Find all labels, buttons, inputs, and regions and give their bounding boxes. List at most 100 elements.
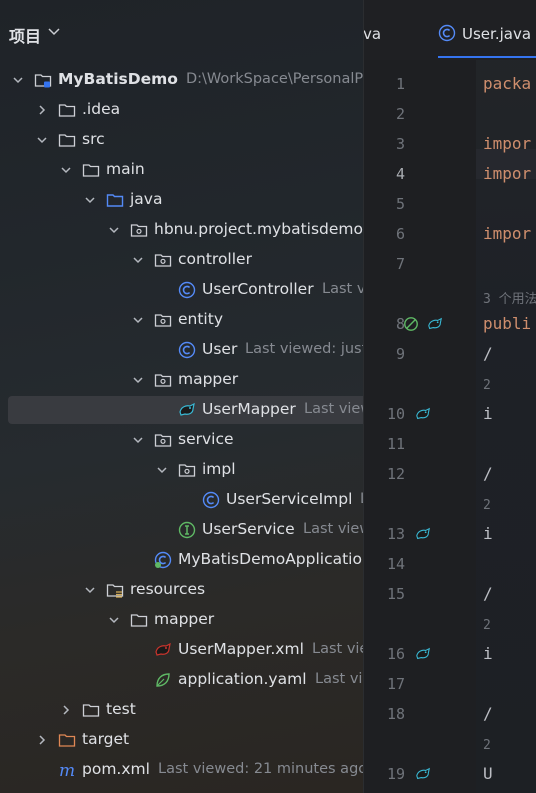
line-number: 4 [395,165,405,183]
line-number: 9 [395,345,405,363]
mybatis-mapper-icon[interactable] [425,316,445,332]
tree-item-label: pom.xml [82,760,150,778]
tree-item-label: User [202,340,238,358]
project-panel-header: 项目 [0,0,363,60]
package-icon [154,314,172,327]
tree-item[interactable]: impl [0,455,363,485]
class-icon [178,341,196,359]
editor-tab-bar: va User.java [363,0,536,60]
code-line: U [483,764,493,783]
chevron-down-icon[interactable] [156,464,168,476]
tree-item[interactable]: service [0,425,363,455]
code-line: i [483,524,493,543]
chevron-down-icon[interactable] [132,254,144,266]
tree-item[interactable]: controller [0,245,363,275]
project-panel-title[interactable]: 项目 [9,23,41,47]
usage-hint: 2 [483,378,491,393]
code-line: i [483,644,493,663]
mybatis-mapper-icon[interactable] [413,526,433,542]
mybatis-mapper-icon[interactable] [413,646,433,662]
tree-item[interactable]: mapper [0,365,363,395]
tree-item-label: src [82,130,105,148]
tree-item-hint: Last viewed [303,521,363,537]
tree-item[interactable]: main [0,155,363,185]
package-icon [154,374,172,387]
chevron-down-icon[interactable] [48,27,60,37]
folder-icon [130,614,148,627]
tree-item[interactable]: hbnu.project.mybatisdemo [0,215,363,245]
chevron-right-icon[interactable] [60,704,72,716]
spring-yaml-icon [156,673,170,687]
mybatis-mapper-icon[interactable] [413,766,433,782]
chevron-down-icon[interactable] [108,224,120,236]
mybatis-xml-icon [155,642,171,656]
line-number: 5 [395,195,405,213]
line-number: 16 [386,645,405,663]
tree-item[interactable]: application.yaml Last viewed [0,665,363,695]
code-line: i [483,404,493,423]
line-number: 1 [395,75,405,93]
chevron-down-icon[interactable] [12,74,24,86]
folder-icon [82,164,100,177]
tree-item[interactable]: UserService Last viewed [0,515,363,545]
no-entry-icon[interactable] [401,316,421,332]
tree-item-label: mapper [178,370,239,388]
tree-item[interactable]: resources [0,575,363,605]
interface-icon [178,521,196,539]
class-icon [178,281,196,299]
tree-item[interactable]: src [0,125,363,155]
maven-icon: m [59,761,75,779]
code-line: / [483,704,493,723]
tree-item-label: test [106,700,136,718]
tree-item[interactable]: target [0,725,363,755]
tree-item[interactable]: .idea [0,95,363,125]
chevron-down-icon[interactable] [132,434,144,446]
tree-item-hint: Last viewed [315,671,363,687]
chevron-down-icon[interactable] [84,194,96,206]
tree-item[interactable]: mapper [0,605,363,635]
tree-item[interactable]: UserController Last viewed [0,275,363,305]
chevron-down-icon[interactable] [132,374,144,386]
tree-item[interactable]: java [0,185,363,215]
chevron-down-icon[interactable] [36,134,48,146]
tree-item-label: UserServiceImpl [226,490,353,508]
tree-item[interactable]: MyBatisDemo D:\WorkSpace\PersonalProject [0,65,363,95]
tree-item-label: entity [178,310,223,328]
tree-item-label: .idea [82,100,121,118]
tree-item-label: UserController [202,280,314,298]
chevron-down-icon[interactable] [60,164,72,176]
tree-item[interactable]: UserMapper Last viewed [0,395,363,425]
chevron-down-icon[interactable] [132,314,144,326]
tree-item-label: application.yaml [178,670,307,688]
tree-item-label: controller [178,250,252,268]
mybatis-mapper-icon [179,402,195,416]
package-icon [154,434,172,447]
tree-item-label: MyBatisDemoApplication [178,550,363,568]
tree-item[interactable]: test [0,695,363,725]
line-number: 10 [386,405,405,423]
tree-item-label: resources [130,580,206,598]
chevron-right-icon[interactable] [36,104,48,116]
chevron-right-icon[interactable] [36,734,48,746]
tree-item[interactable]: m pom.xml Last viewed: 21 minutes ago [0,755,363,785]
usage-hint: 2 [483,618,491,633]
code-line: / [483,344,493,363]
tab-label: va [363,25,382,43]
folder-icon [82,704,100,717]
tree-item[interactable]: UserServiceImplLast viewed [0,485,363,515]
tree-item-label: UserMapper [202,400,296,418]
chevron-down-icon[interactable] [108,614,120,626]
active-tab-indicator [438,56,536,58]
line-number: 6 [395,225,405,243]
line-number: 11 [386,435,405,453]
tree-item[interactable]: User Last viewed: just now [0,335,363,365]
tree-item-label: main [106,160,145,178]
tree-item[interactable]: entity [0,305,363,335]
line-number: 17 [386,675,405,693]
line-number: 3 [395,135,405,153]
tree-item[interactable]: UserMapper.xml Last viewed [0,635,363,665]
mybatis-mapper-icon[interactable] [413,406,433,422]
project-tool-window: 项目 MyBatisDemo D:\WorkSpace\PersonalProje… [0,0,363,793]
chevron-down-icon[interactable] [84,584,96,596]
tree-item[interactable]: MyBatisDemoApplicationLast viewed [0,545,363,575]
